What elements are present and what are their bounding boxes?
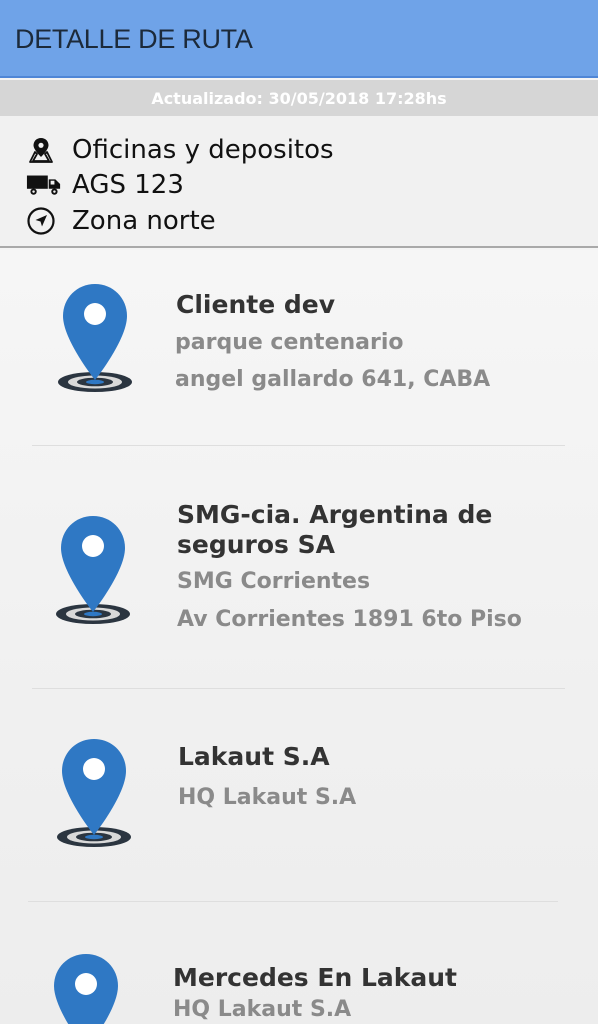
route-location-row: Oficinas y depositos: [26, 133, 334, 167]
navigation-arrow-icon: [26, 206, 62, 236]
stop-detail: HQ Lakaut S.A: [173, 997, 352, 1022]
stop-detail: HQ Lakaut S.A: [178, 785, 357, 810]
list-item[interactable]: SMG-cia. Argentina de seguros SA SMG Cor…: [0, 446, 598, 689]
route-vehicle-row: AGS 123: [26, 168, 184, 202]
route-vehicle-text: AGS 123: [72, 170, 184, 200]
stop-detail: SMG Corrientes: [177, 569, 371, 594]
route-info: Oficinas y depositos AGS 123 Zona norte: [0, 116, 598, 248]
route-zone-text: Zona norte: [72, 206, 216, 236]
stop-address: Av Corrientes 1891 6to Piso: [177, 607, 522, 632]
location-pin-icon: [53, 514, 133, 630]
location-pin-icon: [46, 952, 126, 1024]
app-bar: DETALLE DE RUTA: [0, 0, 598, 78]
route-location-text: Oficinas y depositos: [72, 135, 334, 165]
truck-icon: [26, 170, 62, 200]
list-item[interactable]: Mercedes En Lakaut HQ Lakaut S.A: [0, 902, 598, 1024]
list-item[interactable]: Lakaut S.A HQ Lakaut S.A: [0, 689, 598, 902]
page-title: DETALLE DE RUTA: [15, 24, 253, 54]
stops-list: Cliente dev parque centenario angel gall…: [0, 250, 598, 1024]
route-zone-row: Zona norte: [26, 204, 216, 238]
stop-name: Mercedes En Lakaut: [173, 963, 457, 992]
list-item[interactable]: Cliente dev parque centenario angel gall…: [0, 250, 598, 446]
updated-timestamp: Actualizado: 30/05/2018 17:28hs: [151, 89, 447, 108]
map-pin-icon: [26, 135, 62, 165]
location-pin-icon: [55, 282, 135, 398]
updated-bar: Actualizado: 30/05/2018 17:28hs: [0, 80, 598, 116]
stop-name: Lakaut S.A: [178, 742, 330, 771]
stop-address: angel gallardo 641, CABA: [175, 367, 491, 392]
stop-name: Cliente dev: [176, 290, 335, 319]
stop-detail: parque centenario: [175, 330, 404, 355]
location-pin-icon: [54, 737, 134, 853]
stop-name: SMG-cia. Argentina de seguros SA: [177, 500, 493, 559]
